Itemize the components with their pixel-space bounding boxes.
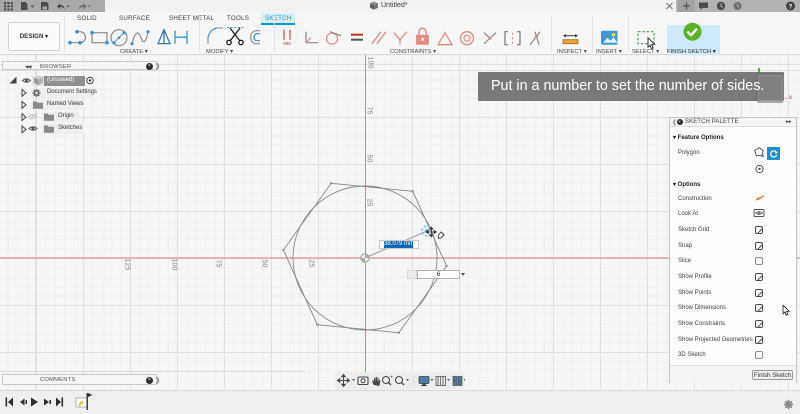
svg-text:+: + — [390, 375, 393, 381]
svg-text:999: 999 — [283, 41, 291, 46]
svg-text:?: ? — [789, 3, 793, 10]
